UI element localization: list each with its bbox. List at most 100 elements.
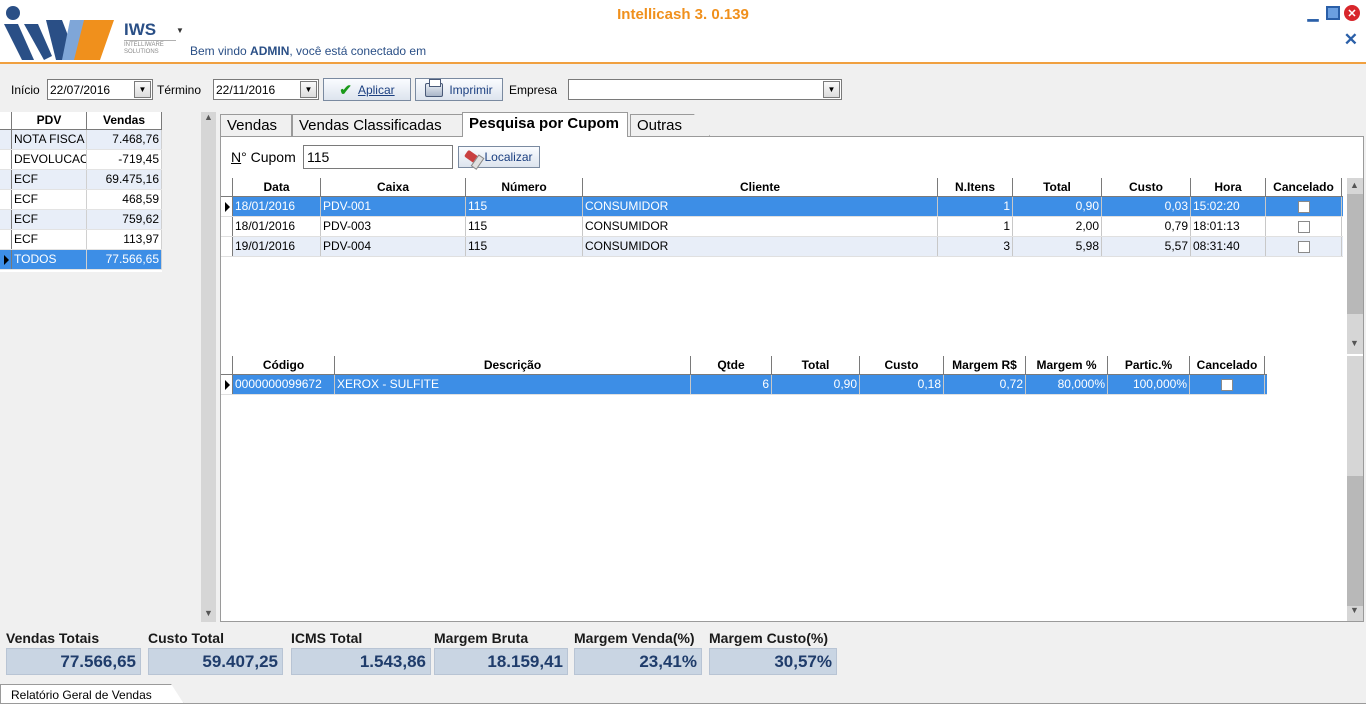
pdv-cell: ECF — [12, 210, 87, 229]
column-header-total[interactable]: Total — [772, 356, 860, 374]
partic-cell: 100,000% — [1108, 375, 1190, 394]
sales-scroll-thumb[interactable] — [1347, 194, 1363, 314]
row-indicator — [221, 217, 233, 236]
minimize-icon[interactable]: ▁ — [1304, 4, 1322, 22]
custo-cell: 0,79 — [1102, 217, 1191, 236]
codigo-cell: 0000000099672 — [233, 375, 335, 394]
cliente-cell: CONSUMIDOR — [583, 237, 938, 256]
column-header-margem-[interactable]: Margem % — [1026, 356, 1108, 374]
cancelado-checkbox[interactable] — [1297, 220, 1310, 233]
cancelado-checkbox[interactable] — [1297, 240, 1310, 253]
pdv-grid-header: PDV Vendas — [0, 112, 162, 130]
tab-outras[interactable]: Outras — [630, 114, 710, 136]
chevron-down-icon[interactable]: ▼ — [134, 81, 151, 98]
row-indicator-header — [221, 356, 233, 374]
column-header-total[interactable]: Total — [1013, 178, 1102, 196]
pdv-row[interactable]: DEVOLUCAO -719,45 — [0, 150, 162, 170]
scroll-down-icon[interactable]: ▼ — [201, 608, 216, 622]
chevron-down-icon[interactable]: ▼ — [823, 81, 840, 98]
sales-row[interactable]: 18/01/2016 PDV-003 115 CONSUMIDOR 1 2,00 0,79 1… — [221, 217, 1343, 237]
window-controls: ▁ ✕ — [1304, 4, 1360, 22]
column-header-custo[interactable]: Custo — [1102, 178, 1191, 196]
custo-cell: 0,18 — [860, 375, 944, 394]
column-header-margem-r-[interactable]: Margem R$ — [944, 356, 1026, 374]
column-header-n-itens[interactable]: N.Itens — [938, 178, 1013, 196]
items-grid: Código Descrição Qtde Total Custo Margem R$ Ma… — [221, 356, 1267, 395]
localizar-button[interactable]: Localizar — [458, 146, 540, 168]
left-scrollbar[interactable]: ▲ ▼ — [201, 112, 216, 622]
menu-dropdown-icon[interactable]: ▼ — [176, 26, 184, 35]
check-icon: ✔ — [339, 81, 352, 99]
vendas-cell: 77.566,65 — [87, 250, 162, 269]
scroll-up-icon[interactable]: ▲ — [201, 112, 216, 126]
pdv-row[interactable]: NOTA FISCA 7.468,76 — [0, 130, 162, 150]
chevron-down-icon[interactable]: ▼ — [300, 81, 317, 98]
welcome-suffix: , você está conectado em — [289, 44, 427, 58]
empresa-select[interactable]: ▼ — [568, 79, 842, 100]
cancelado-cell — [1266, 197, 1342, 216]
column-header-partic-[interactable]: Partic.% — [1108, 356, 1190, 374]
total-margem-bruta: Margem Bruta 18.159,41 — [434, 630, 568, 675]
sales-grid-header: Data Caixa Número Cliente N.Itens Total Custo H… — [221, 178, 1343, 197]
pdv-row[interactable]: ECF 69.475,16 — [0, 170, 162, 190]
pdv-cell: NOTA FISCA — [12, 130, 87, 149]
custo-cell: 0,03 — [1102, 197, 1191, 216]
close-window-icon[interactable]: ✕ — [1344, 5, 1360, 21]
aplicar-button[interactable]: ✔ Aplicar — [323, 78, 411, 101]
inicio-date-field[interactable]: 22/07/2016 ▼ — [47, 79, 153, 100]
total-value: 59.407,25 — [148, 648, 283, 675]
termino-date-field[interactable]: 22/11/2016 ▼ — [213, 79, 319, 100]
column-header-cancelado[interactable]: Cancelado — [1266, 178, 1342, 196]
app-title: Intellicash 3. 0.139 — [617, 6, 749, 23]
scroll-down-icon[interactable]: ▼ — [1347, 338, 1362, 352]
column-header-cancelado[interactable]: Cancelado — [1190, 356, 1265, 374]
scroll-up-icon[interactable]: ▲ — [1347, 180, 1362, 194]
pdv-row[interactable]: TODOS 77.566,65 — [0, 250, 162, 270]
items-scroll-thumb[interactable] — [1347, 476, 1363, 606]
tab-vendas[interactable]: Vendas — [220, 114, 292, 136]
column-header-caixa[interactable]: Caixa — [321, 178, 466, 196]
tab-relatorio-geral[interactable]: Relatório Geral de Vendas — [0, 684, 184, 704]
sales-row[interactable]: 19/01/2016 PDV-004 115 CONSUMIDOR 3 5,98 5,57 0… — [221, 237, 1343, 257]
tab-vendas-classificadas[interactable]: Vendas Classificadas — [292, 114, 464, 136]
pdv-row[interactable]: ECF 468,59 — [0, 190, 162, 210]
numero-cell: 115 — [466, 197, 583, 216]
cupom-input[interactable]: 115 — [303, 145, 453, 169]
data-cell: 18/01/2016 — [233, 217, 321, 236]
column-header-qtde[interactable]: Qtde — [691, 356, 772, 374]
items-grid-header: Código Descrição Qtde Total Custo Margem R$ Ma… — [221, 356, 1267, 375]
sales-grid-scrollbar[interactable]: ▲ ▼ — [1347, 178, 1363, 354]
column-header-descri-o[interactable]: Descrição — [335, 356, 691, 374]
margem-pct-cell: 80,000% — [1026, 375, 1108, 394]
row-indicator — [0, 210, 12, 229]
tab-pesquisa-por-cupom[interactable]: Pesquisa por Cupom — [462, 112, 628, 137]
sales-row[interactable]: 18/01/2016 PDV-001 115 CONSUMIDOR 1 0,90 0,03 1… — [221, 197, 1343, 217]
column-header-cliente[interactable]: Cliente — [583, 178, 938, 196]
column-header-vendas[interactable]: Vendas — [87, 112, 162, 129]
total-value: 1.543,86 — [291, 648, 431, 675]
scroll-down-icon[interactable]: ▼ — [1347, 605, 1362, 619]
cancelado-checkbox[interactable] — [1221, 378, 1233, 391]
imprimir-button[interactable]: Imprimir — [415, 78, 503, 101]
column-header-data[interactable]: Data — [233, 178, 321, 196]
column-header-pdv[interactable]: PDV — [12, 112, 87, 129]
pdv-row[interactable]: ECF 113,97 — [0, 230, 162, 250]
column-header-hora[interactable]: Hora — [1191, 178, 1266, 196]
logo-subtitle: INTELLIWARE SOLUTIONS — [124, 40, 176, 56]
column-header-n-mero[interactable]: Número — [466, 178, 583, 196]
pdv-cell: TODOS — [12, 250, 87, 269]
row-pointer-icon — [225, 202, 230, 212]
pdv-row[interactable]: ECF 759,62 — [0, 210, 162, 230]
total-label: Custo Total — [148, 630, 224, 646]
maximize-icon[interactable] — [1326, 6, 1340, 20]
termino-date-value: 22/11/2016 — [216, 83, 276, 97]
itens-cell: 3 — [938, 237, 1013, 256]
items-grid-scrollbar[interactable]: ▼ — [1347, 356, 1363, 621]
item-row[interactable]: 0000000099672 XEROX - SULFITE 6 0,90 0,18 0,7… — [221, 375, 1267, 395]
column-header-custo[interactable]: Custo — [860, 356, 944, 374]
total-label: Margem Venda(%) — [574, 630, 695, 646]
cancelado-checkbox[interactable] — [1297, 200, 1310, 213]
total-label: ICMS Total — [291, 630, 363, 646]
column-header-c-digo[interactable]: Código — [233, 356, 335, 374]
close-form-icon[interactable]: ✕ — [1344, 30, 1358, 50]
